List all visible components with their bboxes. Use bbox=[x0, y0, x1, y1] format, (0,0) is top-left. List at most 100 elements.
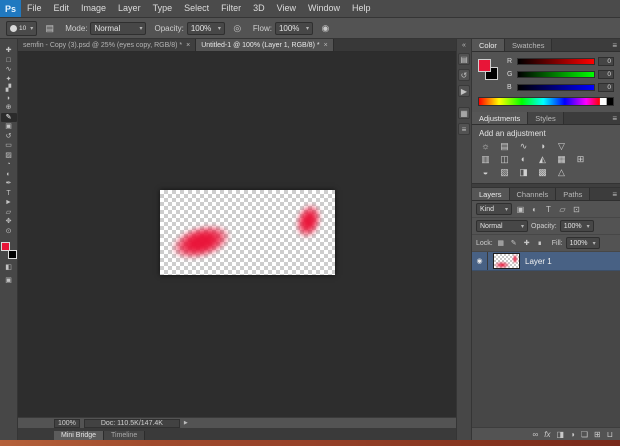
screen-mode-icon[interactable]: ▣ bbox=[5, 276, 12, 285]
hue-saturation-icon[interactable]: ▥ bbox=[476, 153, 495, 166]
move-tool[interactable]: ✚ bbox=[1, 46, 17, 56]
gradient-map-icon[interactable]: ▩ bbox=[533, 166, 552, 179]
color-spectrum-ramp[interactable] bbox=[478, 97, 614, 106]
brush-tool[interactable]: ✎ bbox=[0, 112, 17, 122]
document-canvas[interactable] bbox=[160, 190, 335, 275]
document-tab-semfin[interactable]: semfin - Copy (3).psd @ 25% (eyes copy, … bbox=[18, 39, 197, 51]
layer-blend-mode-select[interactable]: Normal ▾ bbox=[476, 220, 528, 232]
history-panel-icon[interactable]: ↺ bbox=[458, 69, 470, 81]
blend-mode-select[interactable]: Normal ▾ bbox=[90, 21, 147, 35]
foreground-color-swatch[interactable] bbox=[478, 59, 491, 72]
photo-filter-icon[interactable]: ◭ bbox=[533, 153, 552, 166]
red-value-field[interactable]: 0 bbox=[598, 57, 614, 66]
spot-healing-brush-tool[interactable]: ⊕ bbox=[1, 103, 17, 113]
blue-slider[interactable] bbox=[517, 84, 595, 91]
document-tab-untitled-1[interactable]: Untitled-1 @ 100% (Layer 1, RGB/8) * × bbox=[196, 39, 334, 51]
clone-stamp-tool[interactable]: ▣ bbox=[1, 122, 17, 132]
menu-select[interactable]: Select bbox=[178, 0, 215, 17]
tab-timeline[interactable]: Timeline bbox=[104, 431, 146, 440]
tab-layers[interactable]: Layers bbox=[472, 188, 510, 200]
curves-icon[interactable]: ∿ bbox=[514, 140, 533, 153]
menu-view[interactable]: View bbox=[271, 0, 302, 17]
tab-adjustments[interactable]: Adjustments bbox=[472, 112, 529, 124]
path-selection-tool[interactable]: ► bbox=[1, 198, 17, 208]
delete-layer-icon[interactable]: ⊔ bbox=[607, 428, 613, 441]
history-brush-tool[interactable]: ↺ bbox=[1, 132, 17, 142]
properties-panel-icon[interactable]: ▤ bbox=[458, 53, 470, 65]
toggle-brush-panel-icon[interactable]: ▤ bbox=[42, 23, 57, 34]
vibrance-icon[interactable]: ▽ bbox=[552, 140, 571, 153]
gradient-tool[interactable]: ▨ bbox=[1, 151, 17, 161]
tab-color[interactable]: Color bbox=[472, 39, 505, 51]
rectangular-marquee-tool[interactable]: □ bbox=[1, 56, 17, 66]
add-layer-mask-icon[interactable]: ◨ bbox=[556, 428, 564, 441]
kind-filter-select[interactable]: Kind ▾ bbox=[476, 203, 512, 215]
lock-all-icon[interactable]: ∎ bbox=[535, 239, 545, 247]
panel-menu-icon[interactable]: ≡ bbox=[612, 112, 617, 125]
tab-mini-bridge[interactable]: Mini Bridge bbox=[54, 431, 105, 440]
canvas-workspace[interactable] bbox=[18, 52, 456, 417]
type-tool[interactable]: T bbox=[1, 189, 17, 199]
blur-tool[interactable]: ◔ bbox=[1, 160, 17, 170]
lasso-tool[interactable]: ∿ bbox=[1, 65, 17, 75]
navigator-panel-icon[interactable]: ≡ bbox=[458, 123, 470, 135]
filter-pixel-layers-icon[interactable]: ▣ bbox=[515, 205, 526, 214]
brush-preset-picker[interactable]: 10 ▾ bbox=[6, 20, 38, 36]
color-lookup-icon[interactable]: ⊞ bbox=[571, 153, 590, 166]
layer-row-layer-1[interactable]: ◉ Layer 1 bbox=[472, 252, 620, 271]
menu-3d[interactable]: 3D bbox=[247, 0, 271, 17]
tab-paths[interactable]: Paths bbox=[556, 188, 591, 200]
brightness-contrast-icon[interactable]: ☼ bbox=[476, 140, 495, 153]
levels-icon[interactable]: ▤ bbox=[495, 140, 514, 153]
color-balance-icon[interactable]: ◫ bbox=[495, 153, 514, 166]
blue-value-field[interactable]: 0 bbox=[598, 83, 614, 92]
new-layer-icon[interactable]: ⊞ bbox=[594, 428, 601, 441]
quick-mask-icon[interactable]: ◧ bbox=[5, 263, 12, 272]
crop-tool[interactable]: ▞ bbox=[1, 84, 17, 94]
status-options-arrow-icon[interactable]: ▶ bbox=[184, 420, 188, 426]
eyedropper-tool[interactable]: ◗ bbox=[1, 94, 17, 104]
green-slider[interactable] bbox=[517, 71, 595, 78]
channel-mixer-icon[interactable]: ▦ bbox=[552, 153, 571, 166]
filter-shape-layers-icon[interactable]: ▱ bbox=[557, 205, 568, 214]
new-adjustment-layer-icon[interactable]: ◑ bbox=[570, 428, 575, 441]
foreground-color-swatch[interactable] bbox=[0, 242, 10, 251]
menu-edit[interactable]: Edit bbox=[48, 0, 76, 17]
filter-smart-objects-icon[interactable]: ⊡ bbox=[571, 205, 582, 214]
dodge-tool[interactable]: ◐ bbox=[1, 170, 17, 180]
filter-adjustment-layers-icon[interactable]: ◐ bbox=[529, 205, 540, 214]
layer-name[interactable]: Layer 1 bbox=[525, 257, 552, 266]
new-group-icon[interactable]: ❏ bbox=[581, 428, 588, 441]
menu-type[interactable]: Type bbox=[147, 0, 179, 17]
close-icon[interactable]: × bbox=[324, 42, 328, 49]
menu-window[interactable]: Window bbox=[302, 0, 346, 17]
menu-layer[interactable]: Layer bbox=[112, 0, 147, 17]
layer-fill-select[interactable]: 100% ▾ bbox=[565, 237, 600, 249]
threshold-icon[interactable]: ◨ bbox=[514, 166, 533, 179]
link-layers-icon[interactable]: ∞ bbox=[533, 428, 539, 441]
panel-menu-icon[interactable]: ≡ bbox=[612, 39, 617, 52]
background-color-swatch[interactable] bbox=[7, 250, 17, 259]
layer-opacity-select[interactable]: 100% ▾ bbox=[559, 220, 594, 232]
layer-visibility-eye-icon[interactable]: ◉ bbox=[472, 252, 488, 270]
panel-menu-icon[interactable]: ≡ bbox=[612, 188, 617, 201]
tab-channels[interactable]: Channels bbox=[509, 188, 557, 200]
quick-selection-tool[interactable]: ✦ bbox=[1, 75, 17, 85]
layer-thumbnail[interactable] bbox=[493, 253, 520, 269]
pen-tool[interactable]: ✒ bbox=[1, 179, 17, 189]
red-slider[interactable] bbox=[517, 58, 595, 65]
exposure-icon[interactable]: ◑ bbox=[533, 140, 552, 153]
tab-styles[interactable]: Styles bbox=[528, 112, 564, 124]
menu-file[interactable]: File bbox=[21, 0, 48, 17]
lock-image-icon[interactable]: ✎ bbox=[509, 239, 519, 247]
tab-swatches[interactable]: Swatches bbox=[504, 39, 553, 51]
info-panel-icon[interactable]: ▦ bbox=[458, 107, 470, 119]
close-icon[interactable]: × bbox=[186, 42, 190, 49]
menu-help[interactable]: Help bbox=[346, 0, 377, 17]
invert-icon[interactable]: ◒ bbox=[476, 166, 495, 179]
shape-tool[interactable]: ▱ bbox=[1, 208, 17, 218]
opacity-select[interactable]: 100% ▾ bbox=[186, 21, 225, 35]
eraser-tool[interactable]: ▭ bbox=[1, 141, 17, 151]
lock-position-icon[interactable]: ✚ bbox=[522, 239, 532, 247]
actions-panel-icon[interactable]: ▶ bbox=[458, 85, 470, 97]
